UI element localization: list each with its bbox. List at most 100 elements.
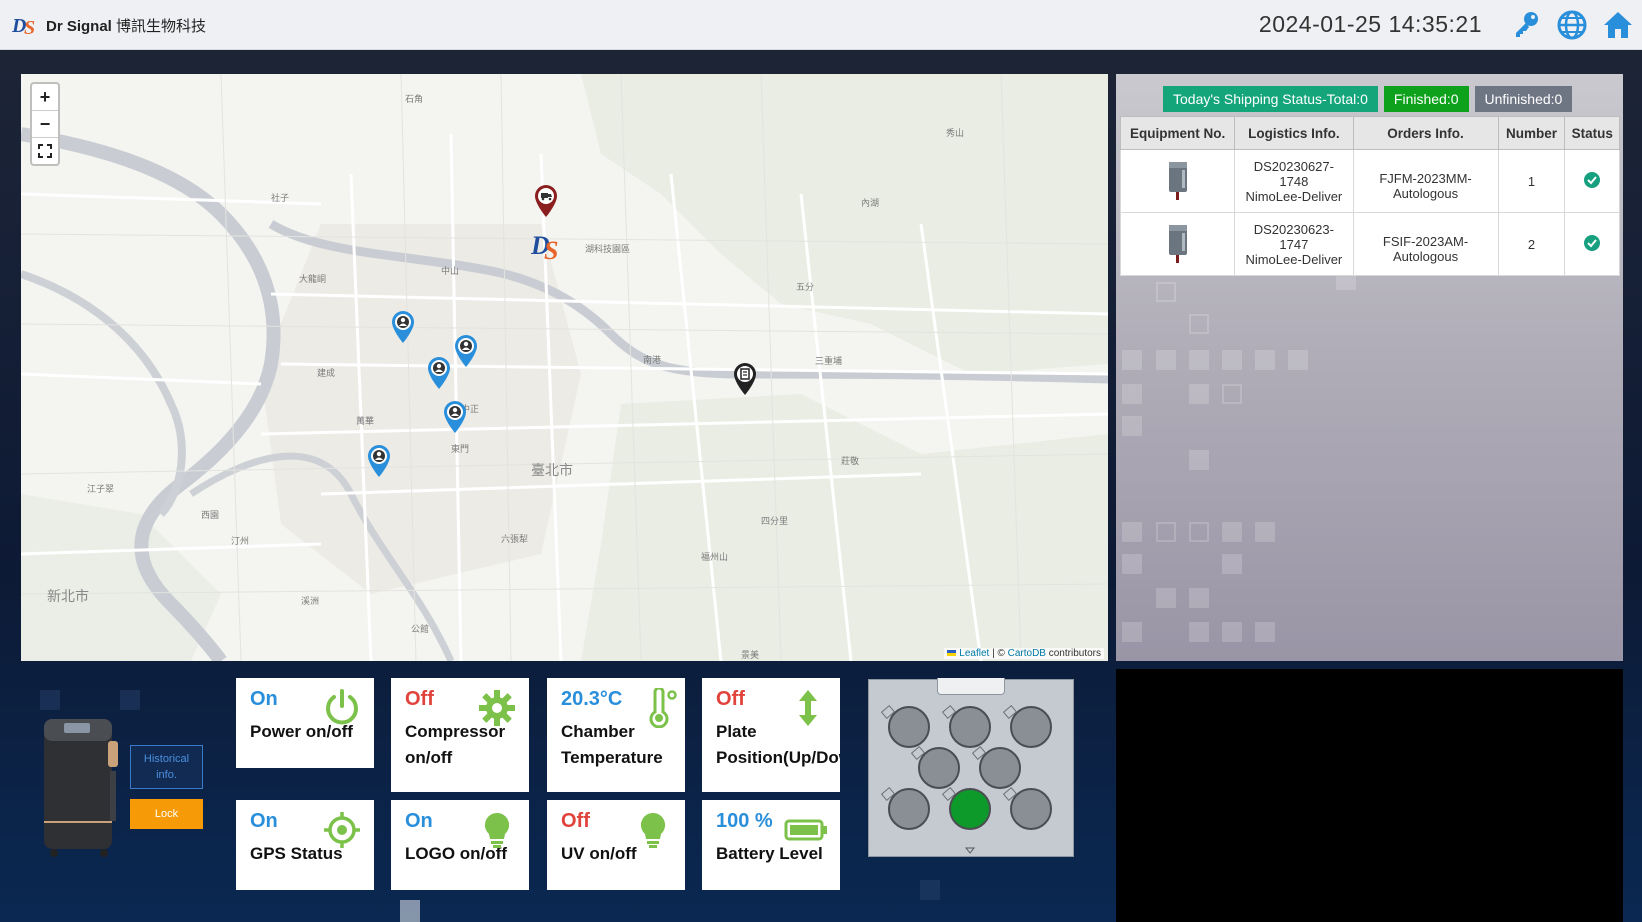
map-label: 江子翠 — [87, 484, 115, 494]
map-label: 六張犁 — [501, 534, 529, 544]
map-label-taipei: 臺北市 — [531, 462, 573, 478]
decor-square — [1189, 314, 1209, 334]
decor-square — [1189, 384, 1209, 404]
hospital-marker-icon[interactable] — [732, 362, 758, 396]
decor-square — [1156, 350, 1176, 370]
logistics-courier: NimoLee-Deliver — [1245, 188, 1343, 204]
delivery-truck-marker-icon[interactable] — [533, 184, 559, 218]
column-header-logistics: Logistics Info. — [1234, 116, 1354, 150]
decor-square — [400, 900, 420, 922]
video-feed-area — [1116, 669, 1623, 922]
rack-slots — [880, 705, 1052, 854]
leaflet-link[interactable]: Leaflet — [959, 648, 989, 659]
power-icon — [326, 689, 358, 725]
status-cell — [1564, 149, 1620, 213]
decor-square — [1122, 622, 1142, 642]
attribution-separator: | © — [989, 648, 1008, 659]
zoom-out-button[interactable]: − — [32, 111, 58, 138]
decor-square — [1122, 522, 1142, 542]
decor-square — [1122, 384, 1142, 404]
uv-card[interactable]: Off UV on/off — [547, 800, 685, 890]
sample-rack — [868, 678, 1074, 857]
decor-square — [1189, 588, 1209, 608]
up-down-arrow-icon — [799, 690, 817, 726]
brand-logo[interactable]: D S Dr Signal 博訊生物科技 — [12, 13, 206, 37]
customer-marker-icon[interactable] — [426, 356, 452, 390]
power-card[interactable]: On Power on/off — [236, 678, 374, 768]
order-id: FSIF-2023AM- — [1382, 234, 1469, 249]
fullscreen-button[interactable] — [32, 138, 58, 164]
column-header-equipment: Equipment No. — [1119, 116, 1236, 150]
decor-square — [1222, 554, 1242, 574]
compressor-card[interactable]: Off Compressor on/off — [391, 678, 529, 792]
ds-company-marker-icon[interactable]: D S — [531, 228, 563, 262]
globe-icon[interactable] — [1556, 9, 1588, 41]
battery-icon — [784, 819, 827, 841]
decor-square — [1222, 350, 1242, 370]
table-row[interactable]: DS20230623- 1747 NimoLee-Deliver FSIF-20… — [1119, 212, 1620, 276]
table-row[interactable]: DS20230627- 1748 NimoLee-Deliver FJFM-20… — [1119, 149, 1620, 213]
map-label: 西園 — [201, 510, 220, 520]
temperature-card[interactable]: 20.3°C Chamber Temperature — [547, 678, 685, 792]
customer-marker-icon[interactable] — [390, 310, 416, 344]
gps-card[interactable]: On GPS Status — [236, 800, 374, 890]
compressor-label-line2: on/off — [405, 748, 453, 767]
map-label: 溪洲 — [301, 596, 320, 606]
plate-position-card[interactable]: Off Plate Position(Up/Down) — [702, 678, 840, 792]
map-label: 建成 — [317, 368, 336, 378]
equipment-cell — [1119, 149, 1236, 213]
shipping-table: Equipment No. Logistics Info. Orders Inf… — [1119, 116, 1620, 276]
map-label: 內湖 — [861, 198, 880, 208]
cartodb-link[interactable]: CartoDB — [1008, 648, 1046, 659]
battery-card[interactable]: 100 % Battery Level — [702, 800, 840, 890]
logistics-id-suffix: 1748 — [1279, 173, 1309, 189]
current-datetime: 2024-01-25 14:35:21 — [1258, 11, 1482, 37]
order-cell: FSIF-2023AM- Autologous — [1352, 212, 1499, 276]
key-icon[interactable] — [1510, 9, 1542, 41]
order-id: FJFM-2023MM- — [1379, 171, 1472, 186]
historical-info-button[interactable]: Historical info. — [130, 745, 203, 789]
ds-logo-icon: D S — [12, 15, 35, 37]
decor-square — [920, 880, 940, 900]
customer-marker-icon[interactable] — [453, 334, 479, 368]
customer-marker-icon[interactable] — [366, 444, 392, 478]
map-label: 石角 — [405, 94, 424, 104]
check-circle-icon — [1584, 171, 1601, 188]
attribution-tail: contributors — [1045, 648, 1101, 659]
fullscreen-icon — [38, 144, 52, 158]
equipment-cell — [1119, 212, 1236, 276]
logistics-id-suffix: 1747 — [1279, 236, 1309, 252]
customer-marker-icon[interactable] — [442, 400, 468, 434]
decor-square — [1156, 588, 1176, 608]
map-label: 五分 — [796, 282, 815, 292]
map-label: 中山 — [441, 266, 460, 276]
map-label: 萬華 — [356, 416, 375, 426]
map-label: 四分里 — [761, 516, 789, 526]
svg-text:S: S — [544, 236, 558, 262]
ukraine-flag-icon — [947, 650, 957, 656]
lock-button[interactable]: Lock — [130, 799, 203, 829]
zoom-in-button[interactable]: + — [32, 84, 58, 111]
decor-square — [120, 690, 140, 710]
shipping-finished-badge: Finished:0 — [1383, 86, 1469, 112]
decor-square — [1222, 522, 1242, 542]
home-icon[interactable] — [1602, 9, 1634, 41]
decor-square — [1156, 282, 1176, 302]
decor-square — [1288, 350, 1308, 370]
tracking-map[interactable]: + − 石角 社子 大龍峒 內湖 秀山 五分 三重埔 南港 建成 萬華 中正 東… — [21, 74, 1108, 661]
map-tiles — [21, 74, 1108, 661]
map-attribution: Leaflet | © CartoDB contributors — [944, 648, 1104, 659]
decor-square — [1189, 350, 1209, 370]
logistics-courier: NimoLee-Deliver — [1245, 251, 1343, 267]
decor-square — [1222, 622, 1242, 642]
gear-icon — [479, 690, 515, 726]
order-type: Autologous — [1393, 249, 1459, 264]
decor-square — [1122, 554, 1142, 574]
decor-square — [1122, 350, 1142, 370]
column-header-status: Status — [1564, 116, 1620, 150]
plate-label-line2: Position(Up/Down) — [716, 748, 840, 767]
decor-square — [1189, 522, 1209, 542]
map-label: 三重埔 — [815, 356, 843, 366]
logo-card[interactable]: On LOGO on/off — [391, 800, 529, 890]
thermometer-icon — [649, 688, 677, 728]
